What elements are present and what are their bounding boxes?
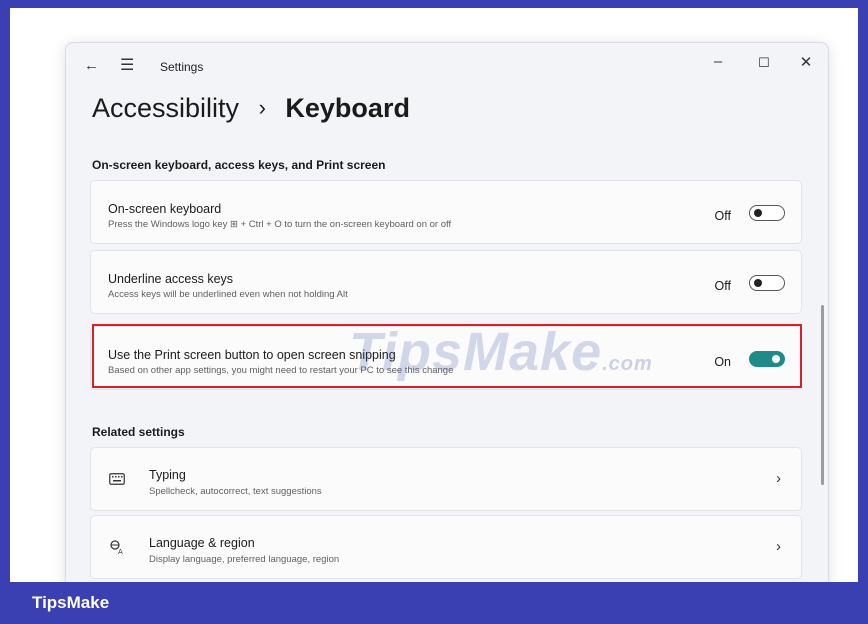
related-settings-heading: Related settings	[92, 425, 185, 439]
section-heading: On-screen keyboard, access keys, and Pri…	[92, 158, 386, 172]
toggle-state-label: Off	[714, 209, 731, 223]
setting-description: Press the Windows logo key ⊞ + Ctrl + O …	[108, 219, 452, 230]
chevron-right-icon: ›	[776, 538, 781, 555]
on-screen-keyboard-toggle[interactable]	[749, 205, 785, 221]
related-description: Spellcheck, autocorrect, text suggestion…	[149, 486, 322, 497]
keyboard-icon	[109, 473, 125, 485]
page-title: Keyboard	[285, 93, 410, 123]
breadcrumb-parent[interactable]: Accessibility	[92, 93, 239, 123]
related-item-language-region[interactable]: A Language & region Display language, pr…	[90, 515, 802, 579]
print-screen-snipping-toggle[interactable]	[749, 351, 785, 367]
toggle-knob	[754, 209, 762, 217]
minimize-icon[interactable]: –	[706, 53, 730, 70]
hamburger-menu-icon[interactable]: ☰	[120, 55, 134, 75]
back-arrow-icon[interactable]: ←	[84, 57, 99, 74]
related-title: Typing	[149, 468, 186, 482]
settings-window: ← ☰ Settings – ☐ ✕ Accessibility › Keybo…	[65, 42, 829, 582]
language-icon: A	[110, 540, 123, 554]
setting-title: On-screen keyboard	[108, 202, 222, 216]
watermark-text: TipsMake	[349, 322, 603, 382]
footer-bar: TipsMake	[0, 582, 868, 624]
toggle-knob	[772, 355, 780, 363]
title-bar: ← ☰ Settings – ☐ ✕	[66, 43, 828, 87]
setting-card-underline-access-keys[interactable]: Underline access keys Access keys will b…	[90, 250, 802, 314]
setting-title: Underline access keys	[108, 272, 234, 286]
watermark-suffix: .com	[602, 353, 653, 375]
underline-access-keys-toggle[interactable]	[749, 275, 785, 291]
breadcrumb-separator-icon: ›	[258, 95, 266, 120]
svg-text:A: A	[118, 548, 123, 554]
watermark: TipsMake.com	[349, 321, 653, 383]
maximize-icon[interactable]: ☐	[752, 55, 776, 71]
close-icon[interactable]: ✕	[794, 53, 818, 71]
breadcrumb: Accessibility › Keyboard	[92, 93, 410, 124]
setting-card-on-screen-keyboard[interactable]: On-screen keyboard Press the Windows log…	[90, 180, 802, 244]
scrollbar[interactable]	[821, 305, 824, 485]
related-title: Language & region	[149, 536, 255, 550]
app-title: Settings	[160, 60, 204, 74]
toggle-state-label: On	[714, 355, 731, 369]
related-description: Display language, preferred language, re…	[149, 554, 340, 565]
toggle-knob	[754, 279, 762, 287]
setting-description: Access keys will be underlined even when…	[108, 289, 348, 300]
related-item-typing[interactable]: Typing Spellcheck, autocorrect, text sug…	[90, 447, 802, 511]
chevron-right-icon: ›	[776, 470, 781, 487]
screenshot-canvas: ← ☰ Settings – ☐ ✕ Accessibility › Keybo…	[10, 8, 858, 582]
toggle-state-label: Off	[714, 279, 731, 293]
footer-brand: TipsMake	[32, 593, 110, 612]
